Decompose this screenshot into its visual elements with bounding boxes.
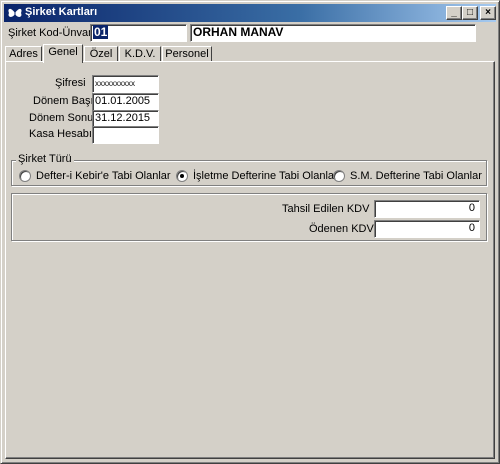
tab-personel[interactable]: Personel [162, 46, 212, 62]
tab-label: Personel [165, 48, 209, 60]
tab-label: Özel [89, 48, 113, 60]
main-window: Şirket Kartları _ □ × Şirket Kod-Ünvanı … [0, 0, 500, 464]
minimize-button[interactable]: _ [446, 6, 462, 20]
tab-label: Genel [48, 46, 78, 58]
radio-icon[interactable] [19, 170, 31, 182]
collected-kdv-input[interactable]: 0 [374, 200, 480, 218]
tab-label: K.D.V. [124, 48, 156, 60]
radio-selected-dot [180, 174, 184, 178]
company-code-label: Şirket Kod-Ünvanı [8, 27, 98, 39]
butterfly-app-icon [8, 8, 22, 18]
radio-label-sm-defter[interactable]: S.M. Defterine Tabi Olanlar [350, 170, 482, 182]
company-code-input[interactable]: 01 [90, 24, 187, 42]
radio-label-defter-i-kebir[interactable]: Defter-i Kebir'e Tabi Olanlar [36, 170, 171, 182]
radio-label-isletme[interactable]: İşletme Defterine Tabi Olanlar [193, 170, 338, 182]
tab-genel[interactable]: Genel [43, 44, 83, 63]
tab-panel-genel: Şifresi xxxxxxxxxx Dönem Başı 01.01.2005… [5, 61, 495, 459]
company-name-input[interactable]: ORHAN MANAV [190, 24, 476, 42]
company-type-group: Şirket Türü Defter-i Kebir'e Tabi Olanla… [11, 153, 487, 186]
paid-kdv-input[interactable]: 0 [374, 220, 480, 238]
password-value: xxxxxxxxxx [95, 79, 135, 88]
maximize-button[interactable]: □ [462, 6, 478, 20]
company-code-value: 01 [93, 25, 109, 39]
period-end-value: 31.12.2015 [95, 112, 151, 124]
company-name-value: ORHAN MANAV [193, 25, 284, 39]
minimize-icon: _ [451, 7, 457, 18]
period-start-label: Dönem Başı [33, 95, 94, 107]
kdv-group: Tahsil Edilen KDV 0 Ödenen KDV 0 [11, 193, 487, 241]
period-start-value: 01.01.2005 [95, 95, 151, 107]
password-label: Şifresi [55, 77, 86, 89]
tab-adres[interactable]: Adres [5, 46, 42, 62]
company-type-caption: Şirket Türü [16, 153, 74, 165]
close-button[interactable]: × [480, 6, 496, 20]
tab-label: Adres [9, 48, 38, 60]
paid-kdv-label: Ödenen KDV [309, 223, 374, 235]
collected-kdv-label: Tahsil Edilen KDV [282, 203, 370, 215]
tab-kdv[interactable]: K.D.V. [119, 46, 161, 62]
period-start-input[interactable]: 01.01.2005 [92, 93, 159, 111]
cash-account-label: Kasa Hesabı [29, 128, 92, 140]
paid-kdv-value: 0 [468, 222, 475, 234]
tab-ozel[interactable]: Özel [84, 46, 118, 62]
cash-account-input[interactable] [92, 126, 159, 144]
title-bar[interactable]: Şirket Kartları _ □ × [4, 4, 496, 22]
collected-kdv-value: 0 [468, 202, 475, 214]
close-icon: × [485, 7, 491, 18]
maximize-icon: □ [466, 7, 474, 18]
password-input[interactable]: xxxxxxxxxx [92, 75, 159, 93]
radio-icon[interactable] [333, 170, 345, 182]
window-title: Şirket Kartları [25, 6, 98, 18]
radio-icon[interactable] [176, 170, 188, 182]
period-end-label: Dönem Sonu [29, 112, 94, 124]
